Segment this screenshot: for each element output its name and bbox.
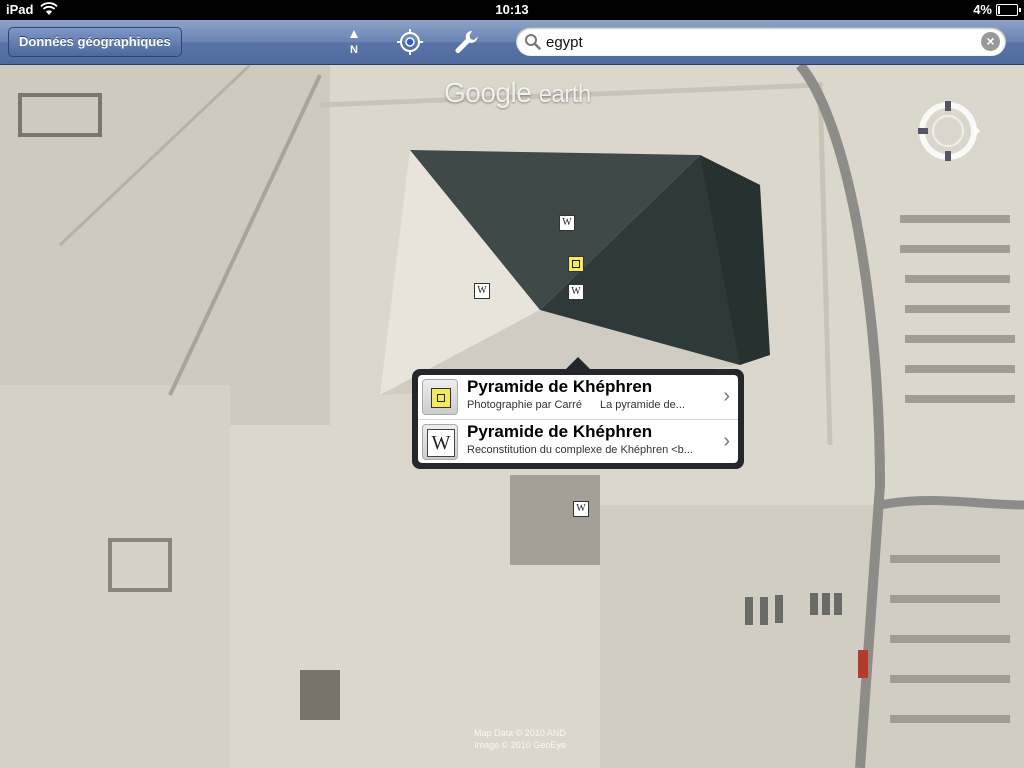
clock: 10:13 bbox=[495, 2, 529, 17]
status-bar: iPad 10:13 4% bbox=[0, 0, 1024, 20]
popover-arrow bbox=[566, 357, 590, 369]
placemark-list: Pyramide de Khéphren Photographie par Ca… bbox=[418, 375, 738, 463]
photo-icon bbox=[422, 379, 458, 415]
wikipedia-icon: W bbox=[422, 424, 458, 460]
copyright-text: Map Data © 2010 AND Image © 2010 GeoEye bbox=[474, 728, 566, 750]
placemark-subtitle: Photographie par Carré La pyramide de... bbox=[467, 399, 685, 411]
placemark-row-wikipedia[interactable]: W Pyramide de Khéphren Reconstitution du… bbox=[418, 420, 738, 463]
wikipedia-pin-icon[interactable]: W bbox=[474, 283, 490, 299]
my-location-icon[interactable] bbox=[394, 26, 426, 58]
search-field[interactable]: × bbox=[516, 27, 1006, 56]
placemark-popover: Pyramide de Khéphren Photographie par Ca… bbox=[412, 357, 744, 469]
photo-pin-icon[interactable] bbox=[568, 256, 584, 272]
clear-search-icon[interactable]: × bbox=[981, 32, 1000, 51]
chevron-right-icon: › bbox=[723, 385, 730, 407]
geographic-data-button[interactable]: Données géographiques bbox=[8, 27, 182, 57]
placemark-subtitle: Reconstitution du complexe de Khéphren <… bbox=[467, 444, 693, 456]
battery-icon bbox=[996, 4, 1021, 16]
toolbar: Données géographiques N × bbox=[0, 20, 1024, 65]
north-compass-icon[interactable]: N bbox=[338, 26, 370, 58]
north-label: N bbox=[350, 44, 358, 56]
battery-percent: 4% bbox=[973, 2, 992, 17]
satellite-map[interactable]: Google earth W W W W Pyramide de Khéphre… bbox=[0, 65, 1024, 768]
google-earth-logo: Google earth bbox=[444, 77, 591, 108]
wikipedia-pin-icon[interactable]: W bbox=[559, 215, 575, 231]
search-input[interactable] bbox=[544, 31, 968, 53]
chevron-right-icon: › bbox=[723, 430, 730, 452]
wikipedia-pin-icon[interactable]: W bbox=[573, 501, 589, 517]
placemark-title: Pyramide de Khéphren bbox=[467, 377, 653, 396]
placemark-row-photo[interactable]: Pyramide de Khéphren Photographie par Ca… bbox=[418, 375, 738, 420]
navigation-compass-icon[interactable] bbox=[916, 99, 980, 163]
search-icon bbox=[525, 34, 541, 50]
wikipedia-pin-icon[interactable]: W bbox=[568, 284, 584, 300]
placemark-title: Pyramide de Khéphren bbox=[467, 422, 653, 441]
settings-wrench-icon[interactable] bbox=[450, 26, 482, 58]
